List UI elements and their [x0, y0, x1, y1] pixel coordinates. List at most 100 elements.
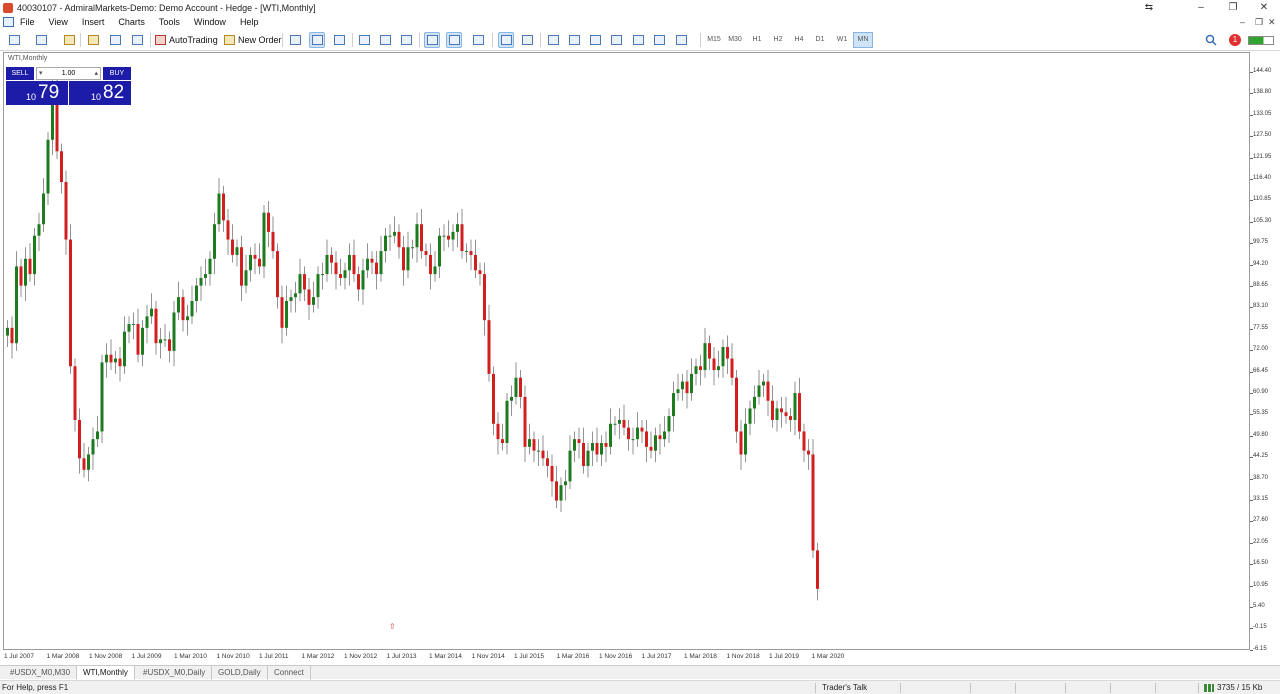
candle-body	[253, 254, 257, 259]
candle-body	[168, 339, 171, 351]
candle-body	[469, 251, 473, 255]
candle-body	[744, 423, 747, 455]
menu-help[interactable]: Help	[240, 17, 259, 27]
new-chart-icon[interactable]	[6, 32, 22, 48]
cursor-icon[interactable]	[498, 32, 514, 48]
document-menu-icon[interactable]	[3, 17, 14, 27]
candle-body	[568, 450, 572, 482]
candle-body	[474, 254, 477, 271]
buy-label[interactable]: BUY	[103, 67, 131, 80]
tile-windows-icon[interactable]	[398, 32, 414, 48]
market-watch-icon[interactable]	[61, 32, 77, 48]
price-axis-label: 116.40	[1253, 175, 1271, 181]
candle-body	[618, 419, 621, 424]
buy-button[interactable]: 10 82	[69, 81, 131, 105]
zoom-in-icon[interactable]	[356, 32, 372, 48]
price-axis-label: 121.95	[1253, 153, 1272, 160]
equidistant-channel-icon[interactable]	[608, 32, 624, 48]
traders-talk-link[interactable]: Trader's Talk	[822, 681, 867, 694]
chart-shift-icon[interactable]	[446, 32, 462, 48]
timeframe-w1[interactable]: W1	[832, 32, 852, 48]
tab-usdx-m30[interactable]: #USDX_M0,M30	[4, 666, 78, 680]
chart-minimize-button[interactable]: –	[1240, 15, 1245, 29]
notification-badge[interactable]: 1	[1228, 32, 1242, 48]
candle-body	[609, 423, 612, 447]
candle-body	[375, 262, 378, 275]
timeframe-h4[interactable]: H4	[789, 32, 809, 48]
search-icon[interactable]	[1203, 32, 1219, 48]
candle-body	[807, 450, 810, 455]
profiles-icon[interactable]	[33, 32, 49, 48]
candle-body	[258, 258, 261, 267]
price-axis-label: 138.80	[1253, 89, 1272, 96]
price-chart[interactable]	[4, 53, 1251, 651]
toolbox-icon[interactable]	[107, 32, 123, 48]
candle-body	[15, 266, 18, 344]
trendline-icon[interactable]	[587, 32, 603, 48]
menu-tools[interactable]: Tools	[159, 17, 180, 27]
tab-connect[interactable]: Connect	[268, 666, 311, 680]
navigator-icon[interactable]	[85, 32, 101, 48]
new-order-button[interactable]: New Order	[224, 32, 282, 48]
chart-window[interactable]: WTI,Monthly SELL ▾ 1.00 ▴ BUY 10 79 10 8…	[3, 52, 1250, 650]
menu-file[interactable]: File	[20, 17, 35, 27]
candle-body	[64, 181, 68, 240]
line-chart-icon[interactable]	[331, 32, 347, 48]
candle-body	[726, 347, 729, 359]
vertical-line-icon[interactable]	[545, 32, 561, 48]
menu-view[interactable]: View	[49, 17, 68, 27]
strategy-tester-icon[interactable]	[129, 32, 145, 48]
candle-body	[208, 258, 212, 275]
timeframe-m15[interactable]: M15	[704, 32, 724, 48]
bar-chart-icon[interactable]	[287, 32, 303, 48]
sell-button[interactable]: 10 79	[6, 81, 68, 105]
timeframe-h1[interactable]: H1	[747, 32, 767, 48]
candle-body	[672, 393, 675, 417]
fibonacci-icon[interactable]	[630, 32, 646, 48]
period-separator-arrow-icon: ⇧	[389, 622, 396, 631]
candle-body	[82, 458, 86, 470]
price-axis-label: -6.15	[1253, 645, 1267, 652]
price-axis-label: 144.40	[1253, 68, 1272, 74]
timeframe-mn[interactable]: MN	[853, 32, 873, 48]
lot-size-field[interactable]: ▾ 1.00 ▴	[36, 67, 101, 80]
candle-body	[123, 331, 126, 367]
horizontal-line-icon[interactable]	[566, 32, 582, 48]
tab-gold-daily[interactable]: GOLD,Daily	[212, 666, 268, 680]
restore-layout-icon[interactable]: ⇆	[1133, 0, 1165, 15]
chart-restore-button[interactable]: ❐	[1255, 15, 1263, 29]
traffic-indicator: 3735 / 15 Kb	[1204, 681, 1262, 694]
minimize-button[interactable]: –	[1185, 0, 1217, 15]
candle-body	[316, 274, 320, 298]
chart-close-button[interactable]: ✕	[1268, 15, 1276, 29]
candle-body	[411, 247, 414, 249]
crosshair-icon[interactable]	[519, 32, 535, 48]
shapes-dropdown-icon[interactable]	[673, 32, 689, 48]
candle-body	[267, 212, 270, 232]
candle-body	[334, 262, 338, 275]
indicators-icon[interactable]	[470, 32, 486, 48]
time-axis-label: 1 Jul 2017	[641, 653, 672, 660]
time-axis-label: 1 Mar 2010	[174, 653, 207, 660]
lot-increase-icon[interactable]: ▴	[94, 68, 98, 79]
candlestick-chart-icon[interactable]	[309, 32, 325, 48]
candle-body	[537, 450, 540, 452]
timeframe-m30[interactable]: M30	[725, 32, 745, 48]
sell-label[interactable]: SELL	[6, 67, 34, 80]
menu-window[interactable]: Window	[194, 17, 226, 27]
close-button[interactable]: ✕	[1248, 0, 1280, 15]
autoscroll-icon[interactable]	[424, 32, 440, 48]
candle-body	[438, 235, 441, 267]
candle-body	[37, 224, 41, 236]
tab-wti-monthly[interactable]: WTI,Monthly	[76, 666, 135, 680]
zoom-out-icon[interactable]	[377, 32, 393, 48]
tab-usdx-daily[interactable]: #USDX_M0,Daily	[137, 666, 213, 680]
timeframe-d1[interactable]: D1	[810, 32, 830, 48]
maximize-button[interactable]: ❐	[1217, 0, 1249, 15]
autotrading-button[interactable]: AutoTrading	[155, 32, 218, 48]
menu-charts[interactable]: Charts	[118, 17, 145, 27]
menu-insert[interactable]: Insert	[82, 17, 105, 27]
timeframe-h2[interactable]: H2	[768, 32, 788, 48]
candle-body	[298, 274, 302, 294]
text-tool-icon[interactable]	[651, 32, 667, 48]
